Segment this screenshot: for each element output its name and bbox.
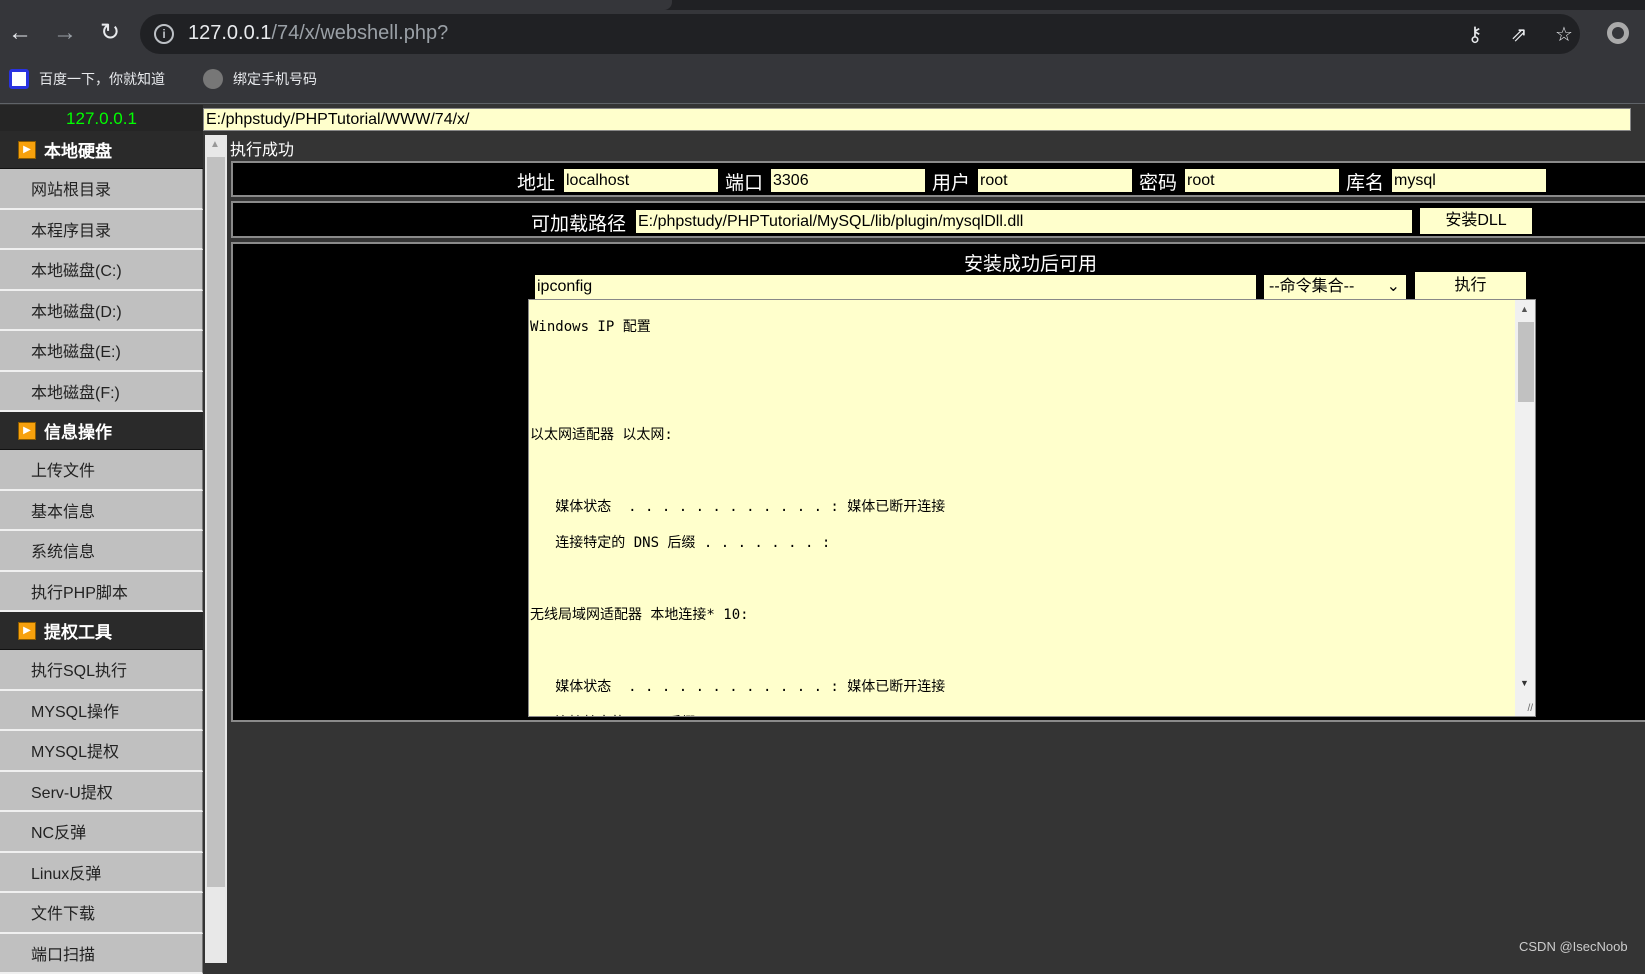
resize-grip-icon[interactable]: // <box>1527 703 1533 714</box>
command-output-text: Windows IP 配置 以太网适配器 以太网: 媒体状态 . . . . .… <box>529 300 1535 717</box>
db-connection-row: 地址 端口 用户 密码 库名 <box>231 161 1645 197</box>
section-arrow-icon: ▶ <box>18 141 36 159</box>
sidebar-section-header[interactable]: ▶ 信息操作 <box>0 412 203 450</box>
host-input[interactable] <box>564 169 718 192</box>
sidebar-section-header[interactable]: ▶ 提权工具 <box>0 612 203 650</box>
sidebar-item[interactable]: Serv-U提权 <box>0 772 203 813</box>
sidebar-item[interactable]: 本地磁盘(C:) <box>0 250 203 291</box>
sidebar-scrollbar[interactable]: ▲ <box>205 135 227 963</box>
sidebar-item[interactable]: MYSQL提权 <box>0 731 203 772</box>
status-message: 执行成功 <box>230 136 294 160</box>
sidebar-item[interactable]: 端口扫描 <box>0 934 203 974</box>
scroll-up-icon[interactable]: ▲ <box>210 139 220 150</box>
host-label: 地址 <box>517 168 555 195</box>
section-title: 本地硬盘 <box>44 137 112 162</box>
command-input[interactable] <box>535 275 1256 299</box>
execute-button[interactable]: 执行 <box>1415 272 1526 299</box>
sidebar-item[interactable]: 本地磁盘(D:) <box>0 291 203 332</box>
sidebar-item[interactable]: 本地磁盘(F:) <box>0 372 203 413</box>
bookmarks-bar: 百度一下，你就知道 绑定手机号码 <box>0 56 1645 104</box>
url-text[interactable]: 127.0.0.1/74/x/webshell.php? <box>188 22 448 45</box>
baidu-icon <box>9 69 29 89</box>
command-output[interactable]: Windows IP 配置 以太网适配器 以太网: 媒体状态 . . . . .… <box>528 299 1536 717</box>
dll-row: 可加载路径 安装DLL <box>231 201 1645 238</box>
output-scrollbar[interactable]: ▲▼ <box>1515 300 1535 716</box>
bookmark-label: 百度一下，你就知道 <box>39 69 165 89</box>
dbname-input[interactable] <box>1392 169 1546 192</box>
section-title: 提权工具 <box>44 618 112 643</box>
bookmark-phone[interactable]: 绑定手机号码 <box>203 69 317 89</box>
chevron-down-icon: ⌄ <box>1387 275 1400 299</box>
share-icon[interactable]: ⇗ <box>1506 22 1532 47</box>
inactive-tab[interactable] <box>680 0 1645 10</box>
port-input[interactable] <box>771 169 925 192</box>
password-input[interactable] <box>1185 169 1339 192</box>
globe-icon <box>203 69 223 89</box>
address-bar[interactable]: i 127.0.0.1/74/x/webshell.php? ⚷ ⇗ ☆ <box>140 14 1580 54</box>
command-select-value: --命令集合-- <box>1269 278 1354 295</box>
sidebar-item[interactable]: 执行SQL执行 <box>0 650 203 691</box>
bookmark-label: 绑定手机号码 <box>233 69 317 89</box>
scroll-up-icon[interactable]: ▲ <box>1520 304 1529 314</box>
sidebar-item[interactable]: 执行PHP脚本 <box>0 572 203 613</box>
key-icon[interactable]: ⚷ <box>1462 22 1488 47</box>
sidebar-item[interactable]: 上传文件 <box>0 450 203 491</box>
sidebar-item[interactable]: 文件下载 <box>0 893 203 934</box>
browser-toolbar: ← → ↻ i 127.0.0.1/74/x/webshell.php? ⚷ ⇗… <box>0 10 1645 56</box>
info-icon[interactable]: i <box>154 24 174 44</box>
reload-icon[interactable]: ↻ <box>95 18 125 48</box>
profile-icon[interactable] <box>1607 22 1629 44</box>
watermark: CSDN @IsecNoob <box>1519 939 1628 954</box>
sidebar-item[interactable]: 本程序目录 <box>0 210 203 251</box>
path-input[interactable] <box>203 108 1631 131</box>
sidebar-item[interactable]: 系统信息 <box>0 531 203 572</box>
dll-path-input[interactable] <box>636 210 1412 233</box>
user-label: 用户 <box>932 168 970 195</box>
command-select[interactable]: --命令集合-- ⌄ <box>1264 275 1406 299</box>
sidebar-item[interactable]: 网站根目录 <box>0 169 203 210</box>
scrollbar-thumb[interactable] <box>207 157 225 887</box>
password-label: 密码 <box>1139 168 1177 195</box>
bookmark-baidu[interactable]: 百度一下，你就知道 <box>9 69 165 89</box>
section-arrow-icon: ▶ <box>18 622 36 640</box>
sidebar-item[interactable]: 基本信息 <box>0 491 203 532</box>
tab-strip <box>0 0 1645 10</box>
section-title: 信息操作 <box>44 418 112 443</box>
dbname-label: 库名 <box>1346 168 1384 195</box>
star-icon[interactable]: ☆ <box>1551 22 1577 47</box>
scroll-down-icon[interactable]: ▼ <box>1520 678 1529 688</box>
sidebar-section-header[interactable]: ▶ 本地硬盘 <box>0 131 203 169</box>
sidebar-item[interactable]: 本地磁盘(E:) <box>0 331 203 372</box>
back-icon[interactable]: ← <box>5 18 35 48</box>
scrollbar-thumb[interactable] <box>1518 322 1534 402</box>
url-path: /74/x/webshell.php? <box>271 22 448 44</box>
port-label: 端口 <box>725 168 763 195</box>
section-arrow-icon: ▶ <box>18 422 36 440</box>
url-host: 127.0.0.1 <box>188 22 271 44</box>
user-input[interactable] <box>978 169 1132 192</box>
sidebar-item[interactable]: MYSQL操作 <box>0 691 203 732</box>
dll-path-label: 可加载路径 <box>531 209 626 236</box>
sidebar-item[interactable]: NC反弹 <box>0 812 203 853</box>
command-panel-title: 安装成功后可用 <box>964 249 1097 276</box>
sidebar: ▶ 本地硬盘网站根目录本程序目录本地磁盘(C:)本地磁盘(D:)本地磁盘(E:)本… <box>0 131 203 963</box>
install-dll-button[interactable]: 安装DLL <box>1420 208 1532 234</box>
server-ip: 127.0.0.1 <box>0 105 203 131</box>
sidebar-item[interactable]: Linux反弹 <box>0 853 203 894</box>
forward-icon[interactable]: → <box>50 18 80 48</box>
active-tab[interactable] <box>0 0 672 10</box>
